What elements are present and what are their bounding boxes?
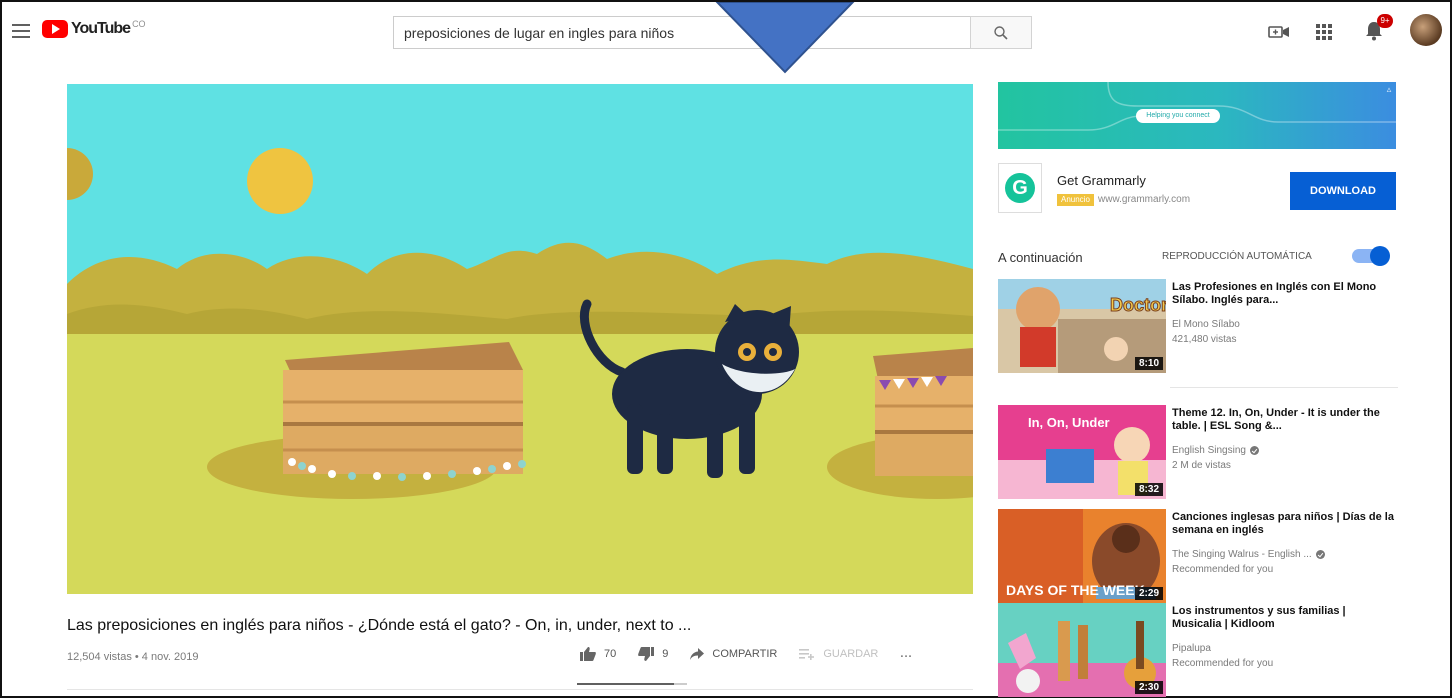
like-button[interactable]: 70	[580, 647, 616, 661]
dislike-icon	[638, 647, 655, 661]
video-player[interactable]	[67, 84, 973, 594]
menu-icon[interactable]	[12, 24, 30, 38]
ad-banner-pill: Helping you connect	[1136, 109, 1220, 123]
recommended-video-title[interactable]: Canciones inglesas para niños | Días de …	[1172, 511, 1396, 537]
ad-title[interactable]: Get Grammarly	[1057, 173, 1146, 188]
recommended-video-title[interactable]: Las Profesiones en Inglés con El Mono Sí…	[1172, 281, 1396, 307]
youtube-logo[interactable]: YouTube CO	[42, 19, 146, 38]
thumb-text: In, On, Under	[1028, 415, 1110, 430]
recommended-video[interactable]: 2:30 Los instrumentos y sus familias | M…	[998, 603, 1398, 698]
ad-info-icon[interactable]: ▵	[1384, 84, 1394, 94]
divider	[1170, 387, 1398, 388]
video-duration: 2:30	[1134, 681, 1163, 694]
divider	[67, 689, 973, 690]
thumb-text: DAYS OF THE WEEK	[1006, 582, 1145, 598]
video-duration: 8:10	[1134, 357, 1163, 370]
save-button[interactable]: GUARDAR	[799, 648, 878, 660]
more-icon: ...	[900, 648, 913, 660]
video-thumbnail[interactable]: Doctor 8:10	[998, 279, 1166, 373]
up-next-heading: A continuación	[998, 250, 1083, 265]
ad-badge: Anuncio	[1057, 194, 1094, 206]
video-thumbnail[interactable]: In, On, Under 8:32	[998, 405, 1166, 499]
ad-url: www.grammarly.com	[1098, 194, 1191, 205]
thumb-text: Doctor	[1110, 295, 1166, 315]
video-thumbnail[interactable]: DAYS OF THE WEEK 2:29	[998, 509, 1166, 603]
dislike-count: 9	[662, 648, 669, 660]
view-count: 2 M de vistas	[1172, 460, 1231, 471]
autoplay-toggle[interactable]	[1352, 246, 1390, 266]
channel-name-text: Pipalupa	[1172, 643, 1211, 654]
video-actions: 70 9 COMPARTIR GUARDAR ...	[580, 647, 935, 661]
sentiment-bar	[577, 683, 687, 685]
channel-name[interactable]: Pipalupa	[1172, 643, 1396, 654]
recommended-video-title[interactable]: Theme 12. In, On, Under - It is under th…	[1172, 407, 1396, 433]
grammarly-g-icon: G	[1005, 173, 1035, 203]
save-icon	[799, 649, 815, 660]
channel-name-text: The Singing Walrus - English ...	[1172, 549, 1312, 560]
share-button[interactable]: COMPARTIR	[690, 648, 777, 660]
search-box	[393, 16, 971, 49]
download-button[interactable]: DOWNLOAD	[1290, 172, 1396, 210]
channel-name[interactable]: English Singsing	[1172, 445, 1396, 456]
verified-check-icon	[1249, 446, 1259, 455]
channel-name-text: English Singsing	[1172, 445, 1246, 456]
like-count: 70	[604, 648, 617, 660]
view-count: Recommended for you	[1172, 564, 1274, 575]
channel-name[interactable]: El Mono Sílabo	[1172, 319, 1396, 330]
share-icon	[690, 648, 705, 660]
video-title: Las preposiciones en inglés para niños -…	[67, 617, 692, 634]
autoplay-label: REPRODUCCIÓN AUTOMÁTICA	[1162, 251, 1312, 262]
search-button[interactable]	[970, 16, 1032, 49]
create-video-icon[interactable]	[1268, 24, 1290, 40]
share-label: COMPARTIR	[712, 648, 778, 660]
recommended-video[interactable]: DAYS OF THE WEEK 2:29 Canciones inglesas…	[998, 509, 1398, 605]
youtube-logo-icon	[42, 20, 68, 38]
channel-name[interactable]: The Singing Walrus - English ...	[1172, 549, 1396, 560]
notification-badge: 9+	[1377, 14, 1393, 28]
logo-text: YouTube	[71, 20, 131, 37]
view-count: 421,480 vistas	[1172, 334, 1237, 345]
video-duration: 2:29	[1134, 587, 1163, 600]
sentiment-bar-fill	[577, 683, 675, 685]
video-duration: 8:32	[1134, 483, 1163, 496]
grammarly-logo[interactable]: G	[998, 163, 1042, 213]
view-count: Recommended for you	[1172, 658, 1274, 669]
video-meta: 12,504 vistas • 4 nov. 2019	[67, 651, 199, 663]
dislike-button[interactable]: 9	[638, 647, 668, 661]
video-frame-illustration	[67, 84, 973, 594]
verified-check-icon	[1315, 550, 1325, 559]
recommended-video[interactable]: Doctor 8:10 Las Profesiones en Inglés co…	[998, 279, 1398, 375]
ad-banner[interactable]: Helping you connect ▵	[998, 82, 1396, 149]
video-thumbnail[interactable]: 2:30	[998, 603, 1166, 697]
avatar[interactable]	[1410, 14, 1442, 46]
logo-country-code: CO	[132, 19, 146, 29]
pointer-arrow-overlay	[715, 2, 855, 74]
search-icon	[994, 25, 1008, 40]
recommended-video-title[interactable]: Los instrumentos y sus familias | Musica…	[1172, 605, 1396, 631]
channel-name-text: El Mono Sílabo	[1172, 319, 1240, 330]
apps-grid-icon[interactable]	[1315, 23, 1333, 41]
more-actions-button[interactable]: ...	[900, 648, 912, 660]
search-input[interactable]	[394, 17, 971, 48]
recommended-video[interactable]: In, On, Under 8:32 Theme 12. In, On, Und…	[998, 405, 1398, 501]
save-label: GUARDAR	[823, 648, 879, 660]
like-icon	[580, 647, 596, 661]
